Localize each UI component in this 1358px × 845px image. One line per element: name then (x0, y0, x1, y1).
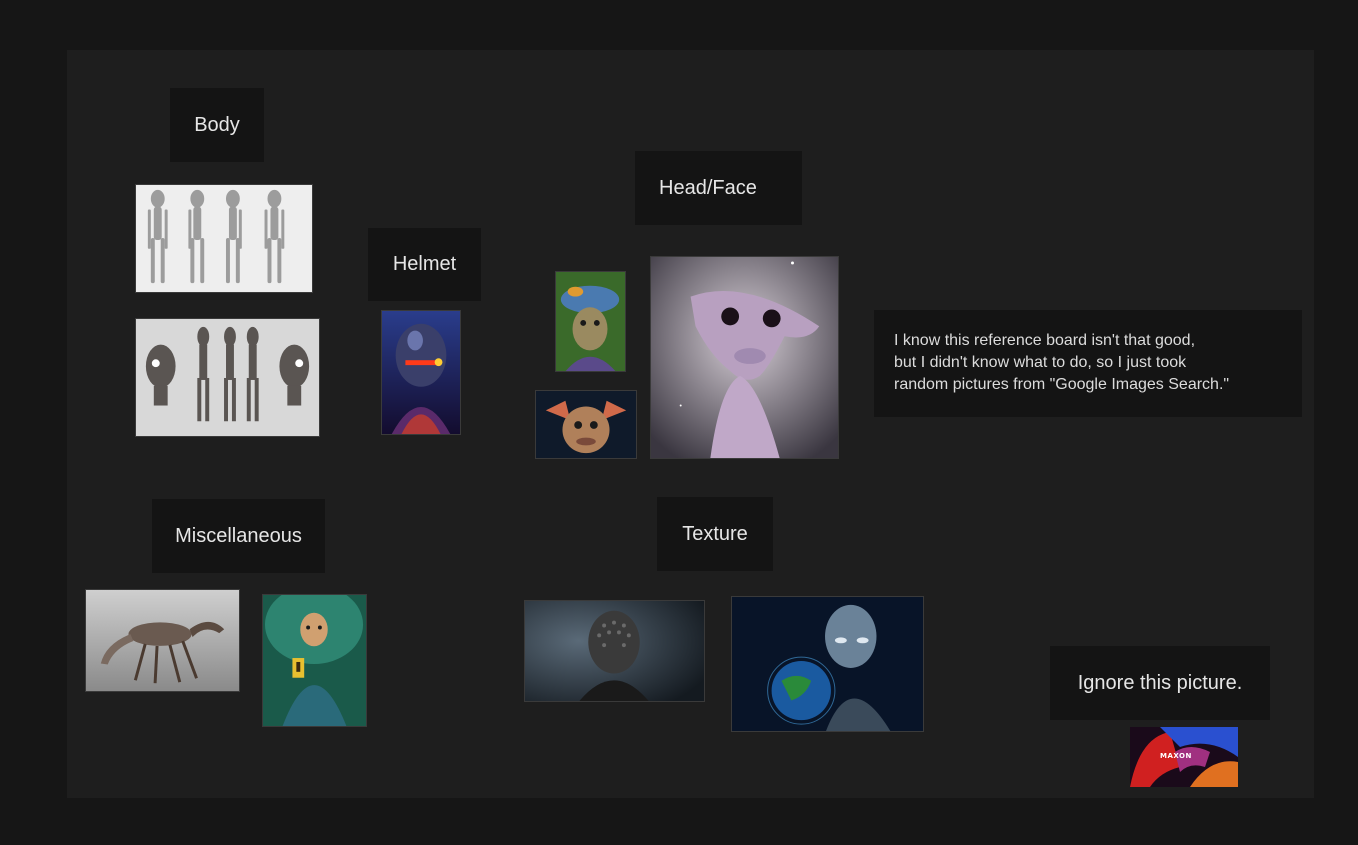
label-texture[interactable]: Texture (657, 497, 773, 571)
note-line-3: random pictures from "Google Images Sear… (894, 376, 1230, 393)
image-misc-creature[interactable] (85, 589, 240, 692)
label-helmet[interactable]: Helmet (368, 228, 481, 301)
maxon-logo-text: MAXON (1160, 752, 1192, 760)
image-head-gremlin[interactable] (535, 390, 637, 459)
image-misc-glowing-alien[interactable] (262, 594, 367, 727)
image-head-pale-alien[interactable] (650, 256, 839, 459)
image-body-turnaround[interactable] (135, 184, 313, 293)
image-texture-grey-alien[interactable] (524, 600, 705, 702)
image-maxon-logo[interactable]: MAXON (1130, 727, 1238, 787)
image-texture-alien-earth[interactable] (731, 596, 924, 732)
label-head-face[interactable]: Head/Face (635, 151, 802, 225)
note-line-1: I know this reference board isn't that g… (894, 332, 1196, 349)
image-body-concept-sheet[interactable] (135, 318, 320, 437)
note-line-2: but I didn't know what to do, so I just … (894, 354, 1187, 371)
label-ignore[interactable]: Ignore this picture. (1050, 646, 1270, 720)
image-head-mushroom-hat[interactable] (555, 271, 626, 372)
image-helmet[interactable] (381, 310, 461, 435)
note-text-box[interactable]: I know this reference board isn't that g… (874, 310, 1302, 417)
label-miscellaneous[interactable]: Miscellaneous (152, 499, 325, 573)
label-body[interactable]: Body (170, 88, 264, 162)
